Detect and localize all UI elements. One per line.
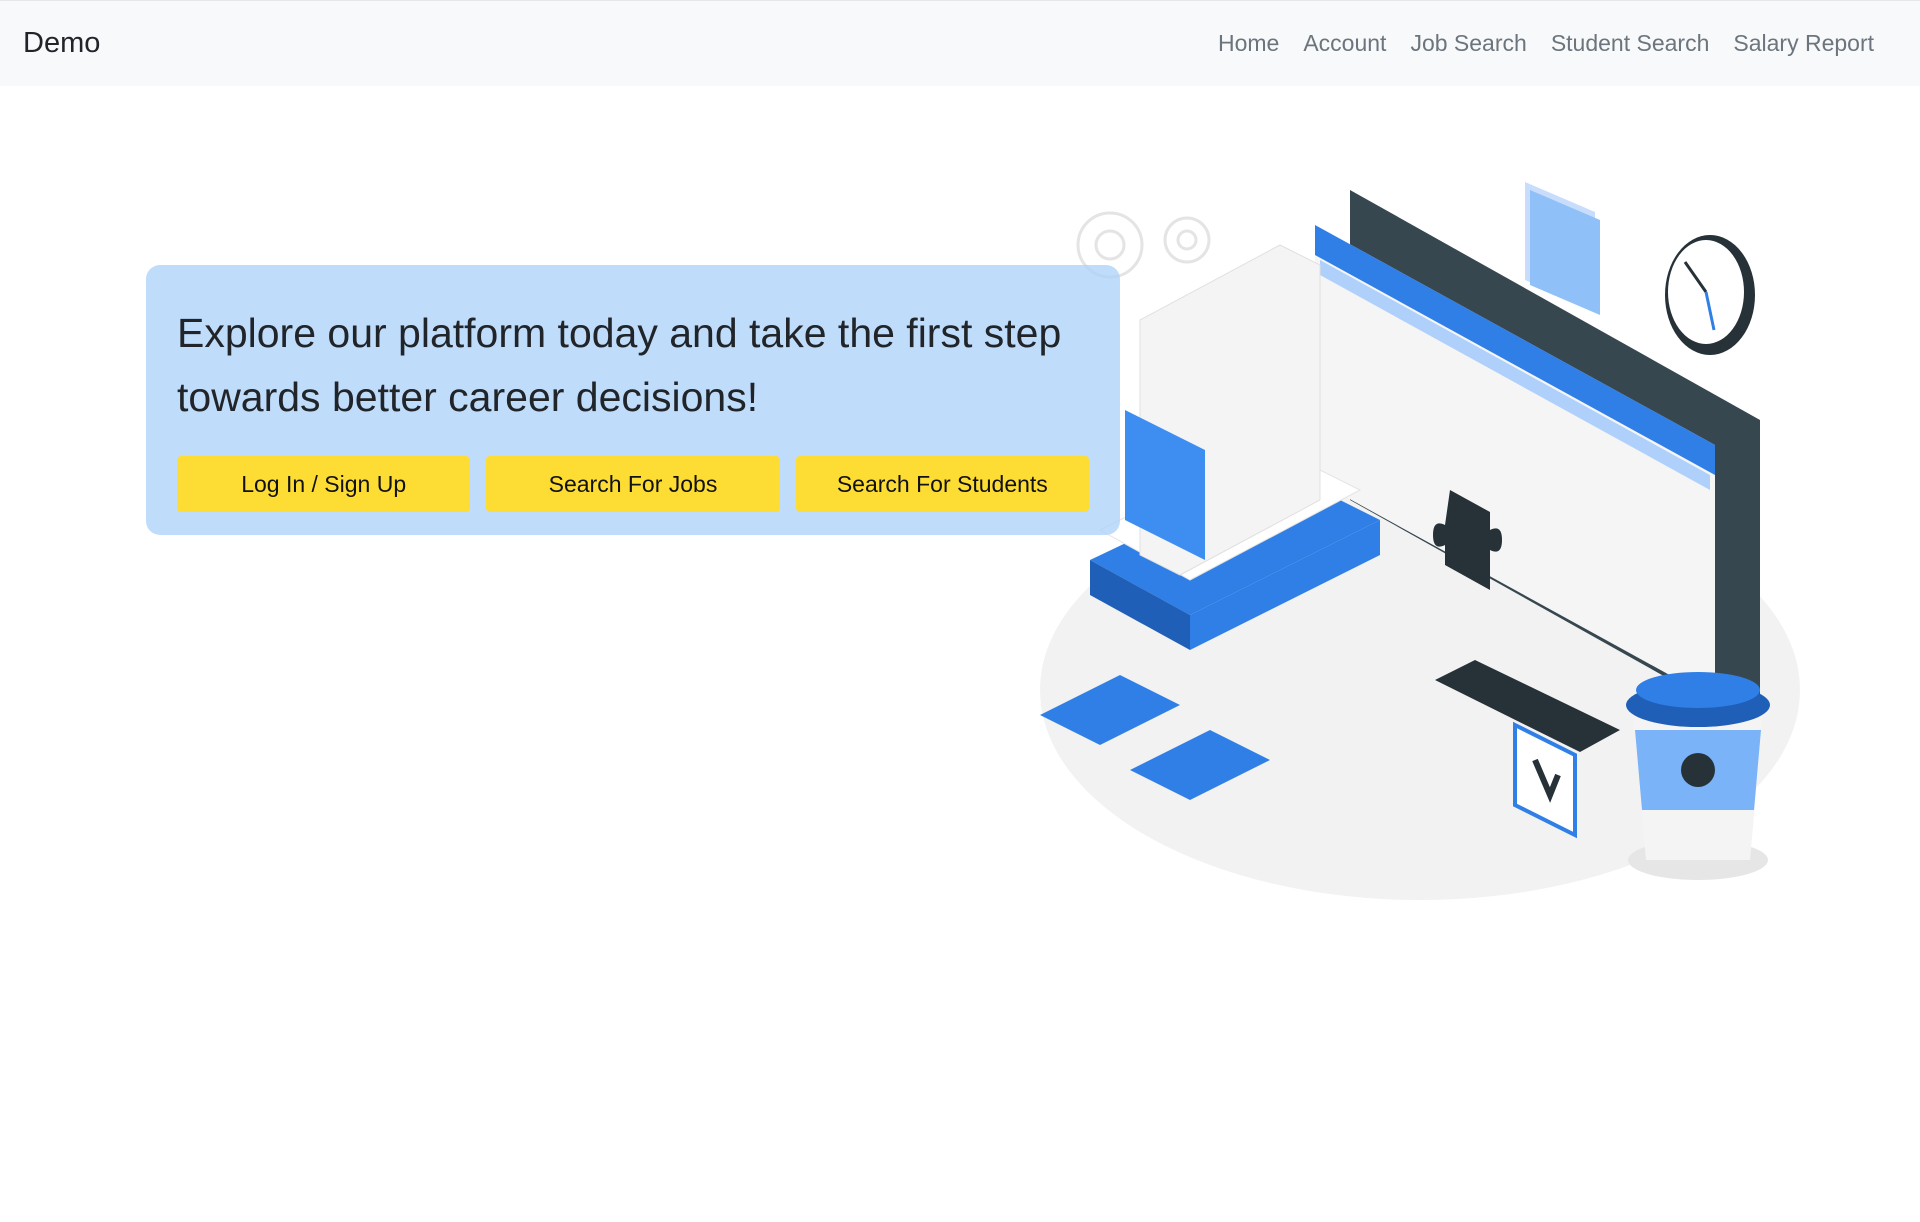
career-illustration [1040,182,1800,900]
nav-link-salary-report[interactable]: Salary Report [1721,30,1886,57]
coffee-cup-icon [1626,672,1770,880]
nav-link-account[interactable]: Account [1291,30,1398,57]
nav-link-student-search[interactable]: Student Search [1539,30,1722,57]
clock-icon [1665,235,1755,355]
hero-button-row: Log In / Sign Up Search For Jobs Search … [177,456,1089,512]
search-jobs-button[interactable]: Search For Jobs [486,456,780,512]
login-signup-button[interactable]: Log In / Sign Up [177,456,471,512]
nav-links: Home Account Job Search Student Search S… [1206,30,1886,57]
search-students-button[interactable]: Search For Students [795,456,1089,512]
brand-logo-link[interactable]: Demo [23,27,100,60]
hero-headline: Explore our platform today and take the … [177,310,1062,420]
nav-link-job-search[interactable]: Job Search [1398,30,1538,57]
nav-link-home[interactable]: Home [1206,30,1291,57]
hero-card: Explore our platform today and take the … [146,265,1120,535]
top-navbar: Demo Home Account Job Search Student Sea… [0,0,1920,86]
